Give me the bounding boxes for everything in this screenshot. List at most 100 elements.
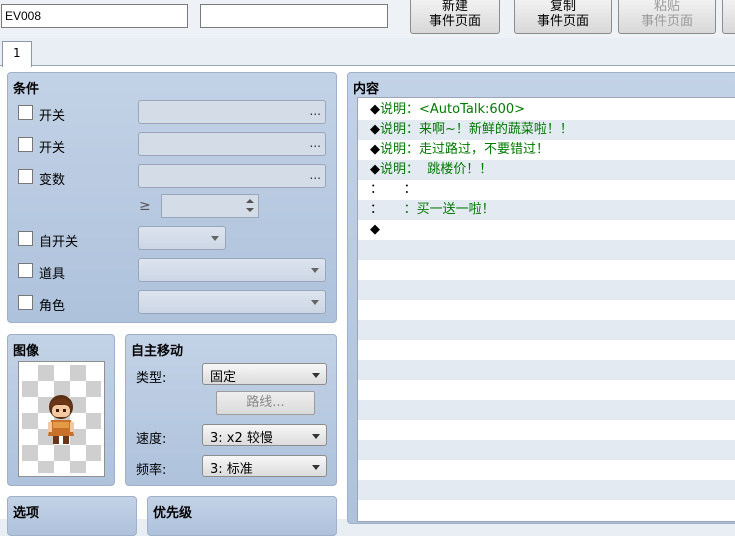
move-speed-select[interactable]: 3: x2 较慢 bbox=[202, 424, 327, 446]
conditions-title: 条件 bbox=[13, 82, 40, 97]
switch1-picker[interactable]: ... bbox=[138, 100, 326, 124]
move-route-button[interactable]: 路线... bbox=[216, 391, 315, 415]
new-event-page-line1: 新建 bbox=[441, 0, 468, 14]
autonomous-title: 自主移动 bbox=[131, 344, 184, 359]
list-item[interactable]: ◆说明： 跳楼价！！ bbox=[358, 160, 735, 180]
switch1-dots: ... bbox=[309, 104, 321, 118]
move-frequency-value: 3: 标准 bbox=[210, 462, 253, 477]
more-page-button[interactable] bbox=[722, 0, 735, 34]
switch2-label: 开关 bbox=[39, 141, 66, 156]
spin-up-icon[interactable] bbox=[246, 199, 254, 203]
list-item[interactable]: ： ： bbox=[358, 180, 735, 200]
chevron-down-icon bbox=[311, 300, 319, 305]
command-marker: ◆ bbox=[370, 222, 380, 237]
variable-picker[interactable]: ... bbox=[138, 164, 326, 188]
list-item-empty bbox=[358, 440, 735, 460]
paste-event-page-button[interactable]: 粘贴 事件页面 bbox=[618, 0, 716, 34]
tab-page-1[interactable]: 1 bbox=[2, 41, 32, 67]
list-item[interactable]: ◆ bbox=[358, 220, 735, 240]
paste-event-page-line1: 粘贴 bbox=[653, 0, 680, 14]
chevron-down-icon bbox=[312, 434, 320, 439]
move-type-value: 固定 bbox=[210, 370, 237, 385]
priority-group: 优先级 bbox=[147, 496, 337, 536]
autonomous-movement-group: 自主移动 类型: 固定 路线... 速度: 3: x2 较慢 频率: 3: 标准 bbox=[125, 334, 337, 486]
list-item-empty bbox=[358, 300, 735, 320]
list-item-empty bbox=[358, 420, 735, 440]
new-event-page-button[interactable]: 新建 事件页面 bbox=[410, 0, 500, 34]
command-text: 说明：<AutoTalk:600> bbox=[380, 102, 526, 117]
variable-checkbox[interactable] bbox=[18, 169, 33, 184]
character-image-box[interactable] bbox=[18, 361, 105, 477]
list-item[interactable]: ： ：买一送一啦！ bbox=[358, 200, 735, 220]
character-sprite-icon bbox=[48, 395, 74, 444]
chevron-down-icon bbox=[312, 465, 320, 470]
actor-select[interactable] bbox=[138, 290, 326, 314]
command-text: 说明：走过路过，不要错过！ bbox=[380, 142, 550, 157]
image-group: 图像 bbox=[7, 334, 115, 486]
move-speed-value: 3: x2 较慢 bbox=[210, 431, 273, 446]
move-type-select[interactable]: 固定 bbox=[202, 363, 327, 385]
switch2-checkbox[interactable] bbox=[18, 137, 33, 152]
item-label: 道具 bbox=[39, 267, 66, 282]
command-text: 说明：来啊~！新鲜的蔬菜啦！！ bbox=[380, 122, 573, 137]
command-marker: ◆ bbox=[370, 162, 380, 177]
command-marker: ： bbox=[370, 202, 384, 217]
chevron-down-icon bbox=[311, 268, 319, 273]
item-select[interactable] bbox=[138, 258, 326, 282]
options-title: 选项 bbox=[13, 506, 40, 521]
copy-event-page-line2: 事件页面 bbox=[536, 14, 589, 29]
variable-label: 变数 bbox=[39, 173, 66, 188]
command-text: ：买一送一啦！ bbox=[383, 202, 495, 217]
chevron-down-icon bbox=[211, 236, 219, 241]
move-type-label: 类型: bbox=[136, 371, 167, 386]
command-marker: ： bbox=[370, 182, 384, 197]
switch1-checkbox[interactable] bbox=[18, 105, 33, 120]
list-item-empty bbox=[358, 480, 735, 500]
list-item-empty bbox=[358, 320, 735, 340]
switch1-label: 开关 bbox=[39, 109, 66, 124]
actor-label: 角色 bbox=[39, 299, 66, 314]
move-speed-label: 速度: bbox=[136, 432, 167, 447]
variable-dots: ... bbox=[309, 168, 321, 182]
spin-down-icon[interactable] bbox=[246, 208, 254, 212]
variable-value-spinner[interactable] bbox=[161, 194, 259, 218]
event-name-input[interactable]: EV008 bbox=[1, 4, 188, 28]
list-item[interactable]: ◆说明：<AutoTalk:600> bbox=[358, 100, 735, 120]
list-item-empty bbox=[358, 380, 735, 400]
copy-event-page-line1: 复制 bbox=[549, 0, 576, 14]
list-item-empty bbox=[358, 240, 735, 260]
command-marker: ◆ bbox=[370, 142, 380, 157]
options-group: 选项 bbox=[7, 496, 137, 536]
self-switch-select[interactable] bbox=[138, 226, 226, 250]
self-switch-checkbox[interactable] bbox=[18, 231, 33, 246]
event-note-input[interactable] bbox=[200, 4, 388, 28]
list-item[interactable]: ◆说明：走过路过，不要错过！ bbox=[358, 140, 735, 160]
list-item-empty bbox=[358, 400, 735, 420]
list-item-empty bbox=[358, 360, 735, 380]
content-title: 内容 bbox=[353, 82, 380, 97]
item-checkbox[interactable] bbox=[18, 263, 33, 278]
move-frequency-label: 频率: bbox=[136, 463, 167, 478]
conditions-group: 条件 开关 ... 开关 ... 变数 ... ≥ 自开关 道具 角色 bbox=[7, 72, 337, 323]
move-frequency-select[interactable]: 3: 标准 bbox=[202, 455, 327, 477]
copy-event-page-button[interactable]: 复制 事件页面 bbox=[514, 0, 612, 34]
self-switch-label: 自开关 bbox=[39, 235, 79, 250]
command-marker: ◆ bbox=[370, 122, 380, 137]
actor-checkbox[interactable] bbox=[18, 295, 33, 310]
command-marker: ◆ bbox=[370, 102, 380, 117]
switch2-dots: ... bbox=[309, 136, 321, 150]
page-tab-strip bbox=[0, 38, 735, 66]
command-text: ： bbox=[383, 182, 417, 197]
variable-compare-symbol: ≥ bbox=[139, 198, 151, 214]
list-item-empty bbox=[358, 280, 735, 300]
list-item-empty bbox=[358, 340, 735, 360]
chevron-down-icon bbox=[312, 373, 320, 378]
list-item-empty bbox=[358, 460, 735, 480]
command-text: 说明： 跳楼价！！ bbox=[380, 162, 493, 177]
image-title: 图像 bbox=[13, 344, 40, 359]
list-item-empty bbox=[358, 260, 735, 280]
list-item[interactable]: ◆说明：来啊~！新鲜的蔬菜啦！！ bbox=[358, 120, 735, 140]
new-event-page-line2: 事件页面 bbox=[428, 14, 481, 29]
switch2-picker[interactable]: ... bbox=[138, 132, 326, 156]
event-command-list[interactable]: ◆说明：<AutoTalk:600> ◆说明：来啊~！新鲜的蔬菜啦！！ ◆说明：… bbox=[357, 97, 735, 522]
